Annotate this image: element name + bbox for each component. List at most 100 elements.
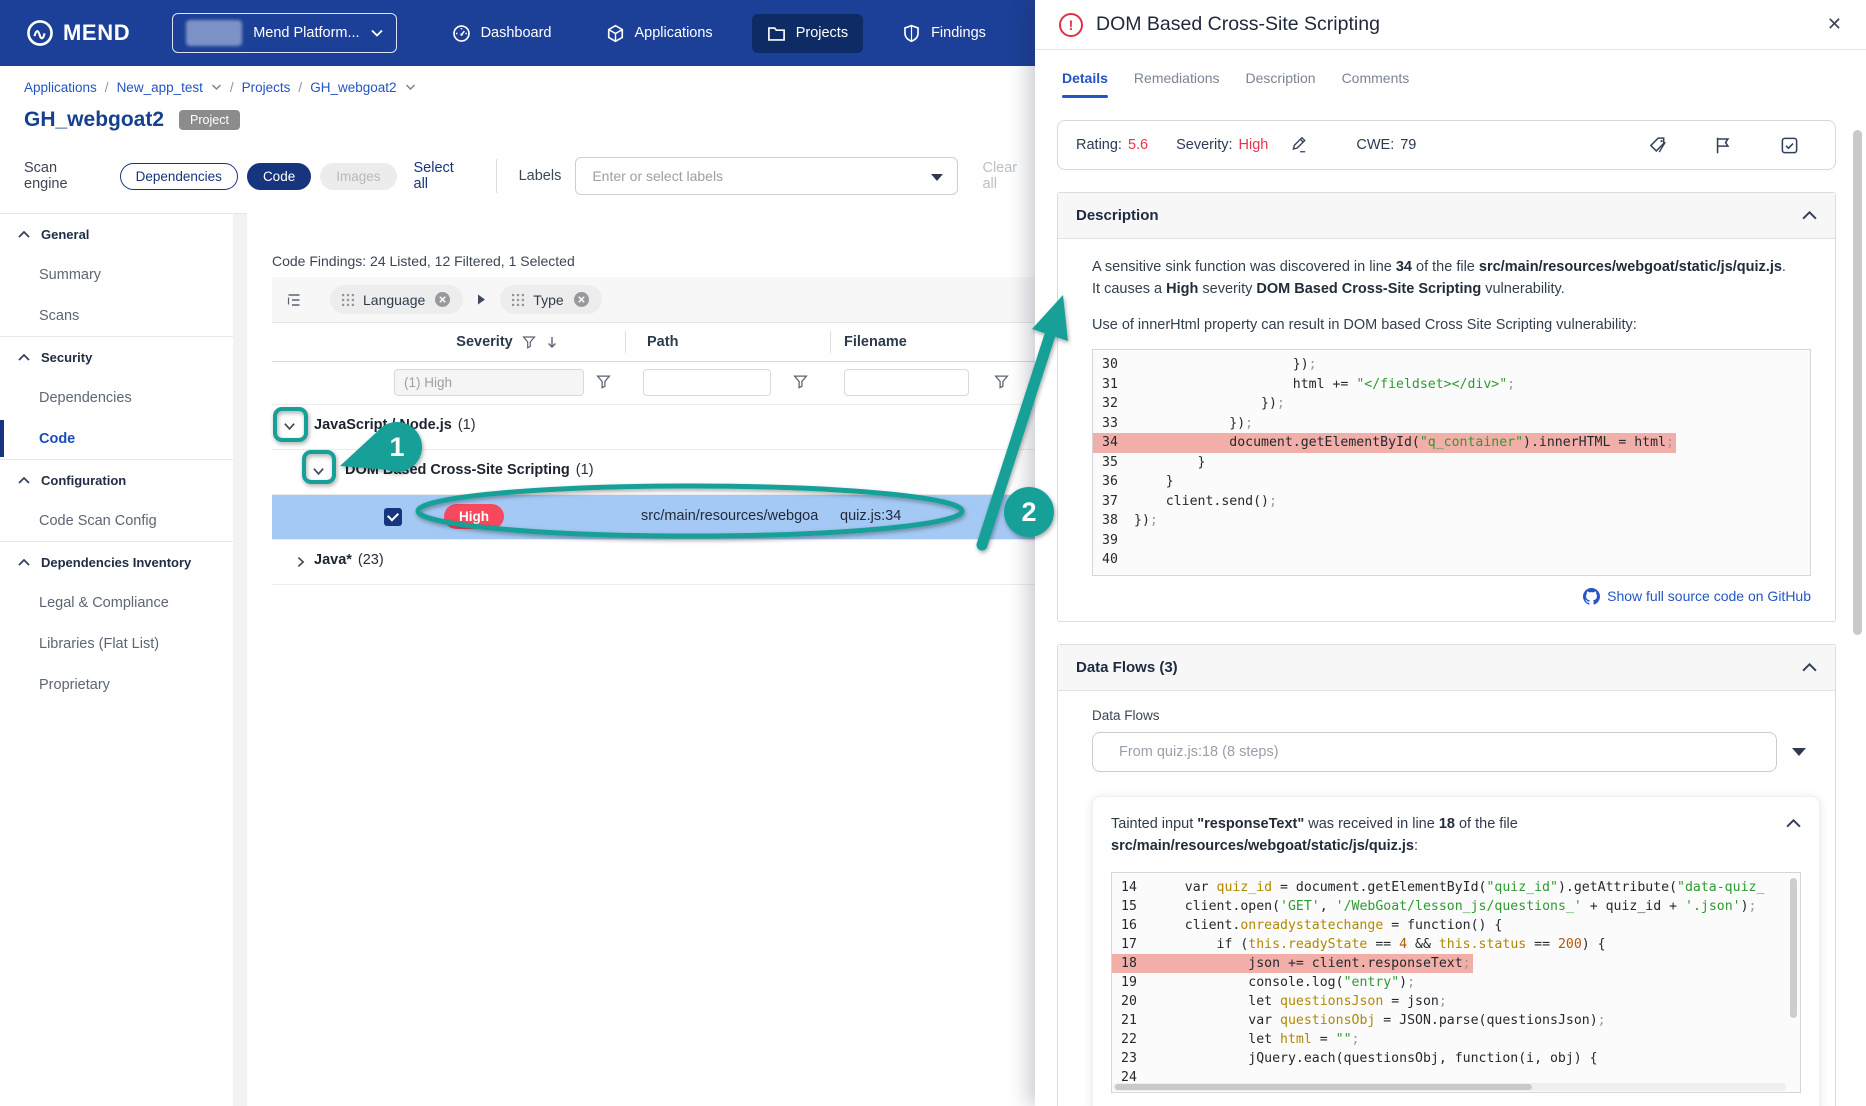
groupby-chip-type[interactable]: Type xyxy=(500,285,602,314)
breadcrumb-projects[interactable]: Projects xyxy=(242,80,291,95)
github-link-label: Show full source code on GitHub xyxy=(1607,588,1811,604)
collapse-chevron-up-icon[interactable] xyxy=(1802,662,1817,672)
collapse-chevron-up-icon[interactable] xyxy=(1786,818,1801,857)
chevron-up-icon xyxy=(18,230,30,238)
breadcrumb-applications[interactable]: Applications xyxy=(24,80,97,95)
finding-filename: quiz.js:34 xyxy=(840,508,902,524)
engine-dependencies-pill[interactable]: Dependencies xyxy=(119,162,238,190)
panel-scrollbar-thumb[interactable] xyxy=(1853,130,1862,635)
code-horizontal-scrollbar-track[interactable] xyxy=(1113,1082,1786,1091)
description-body: A sensitive sink function was discovered… xyxy=(1058,239,1835,621)
mend-logo[interactable]: MEND xyxy=(26,19,130,47)
sidebar-header-general[interactable]: General xyxy=(0,214,233,254)
severity-filter-input[interactable] xyxy=(394,369,584,396)
sidebar-section-security: Security Dependencies Code xyxy=(0,336,233,459)
nav-item-projects[interactable]: Projects xyxy=(751,13,864,53)
remove-chip-icon[interactable] xyxy=(573,291,590,308)
edit-severity-pencil-icon[interactable] xyxy=(1290,136,1308,154)
nav-item-findings[interactable]: Findings xyxy=(887,14,1001,53)
github-icon xyxy=(1583,587,1601,605)
chevron-down-icon[interactable] xyxy=(405,84,416,91)
sidebar-header-dependencies-inventory[interactable]: Dependencies Inventory xyxy=(0,542,233,582)
select-all-link[interactable]: Select all xyxy=(414,160,472,192)
org-name-redacted xyxy=(186,20,243,46)
chevron-up-icon xyxy=(18,558,30,566)
sidebar-item-summary[interactable]: Summary xyxy=(0,254,233,295)
nav-label: Dashboard xyxy=(480,25,552,41)
column-header-filename[interactable]: Filename xyxy=(844,334,907,350)
clear-all-button: Clear all xyxy=(982,160,1018,192)
filter-funnel-icon[interactable] xyxy=(521,335,536,349)
rating-value: 5.6 xyxy=(1127,137,1149,153)
group-row-dom-xss[interactable]: DOM Based Cross-Site Scripting (1) xyxy=(272,450,1035,495)
code-horizontal-scrollbar-thumb[interactable] xyxy=(1115,1083,1533,1090)
panel-header: ! DOM Based Cross-Site Scripting ✕ xyxy=(1035,0,1866,50)
close-icon[interactable]: ✕ xyxy=(1827,14,1842,35)
sidebar-item-dependencies[interactable]: Dependencies xyxy=(0,377,233,418)
group-name: JavaScript / Node.js xyxy=(314,417,452,433)
group-row-javascript-nodejs[interactable]: JavaScript / Node.js (1) xyxy=(272,405,1035,450)
sort-descending-icon[interactable] xyxy=(545,336,559,349)
labels-input[interactable] xyxy=(590,167,915,185)
flag-icon[interactable] xyxy=(1714,136,1733,155)
column-header-severity[interactable]: Severity xyxy=(390,334,625,350)
column-header-path[interactable]: Path xyxy=(647,334,678,350)
data-flows-body: Data Flows From quiz.js:18 (8 steps) Tai… xyxy=(1058,691,1835,1106)
path-filter-input[interactable] xyxy=(643,369,771,396)
projects-folder-icon xyxy=(767,26,785,41)
breadcrumb-new-app-test[interactable]: New_app_test xyxy=(117,80,203,95)
code-vertical-scrollbar[interactable] xyxy=(1790,877,1797,1018)
sidebar-scrollbar-track[interactable] xyxy=(233,214,247,1106)
sidebar-header-security[interactable]: Security xyxy=(0,337,233,377)
panel-tabs: Details Remediations Description Comment… xyxy=(1035,50,1866,106)
expand-chevron-right-icon[interactable] xyxy=(294,555,308,569)
severity-badge: High xyxy=(444,504,504,529)
tab-comments[interactable]: Comments xyxy=(1342,65,1410,91)
tab-details[interactable]: Details xyxy=(1062,65,1108,98)
table-toolbar: Language Type xyxy=(272,277,1035,323)
tag-icon[interactable] xyxy=(1648,136,1667,155)
expand-chevron-down-icon[interactable] xyxy=(282,419,297,434)
expand-chevron-down-icon[interactable] xyxy=(311,464,326,479)
data-flows-select-label: Data Flows xyxy=(1092,707,1160,723)
group-row-java[interactable]: Java* (23) xyxy=(272,540,1035,585)
remove-chip-icon[interactable] xyxy=(434,291,451,308)
collapse-chevron-up-icon[interactable] xyxy=(1802,211,1817,220)
cwe-label: CWE: xyxy=(1356,137,1395,153)
data-flow-select[interactable]: From quiz.js:18 (8 steps) xyxy=(1092,731,1777,772)
breadcrumb-gh-webgoat2[interactable]: GH_webgoat2 xyxy=(310,80,396,95)
row-checkbox-checked[interactable] xyxy=(384,508,402,526)
sidebar-item-code-scan-config[interactable]: Code Scan Config xyxy=(0,500,233,541)
sidebar-item-code[interactable]: Code xyxy=(0,418,233,459)
vertical-divider xyxy=(495,159,497,193)
chip-label: Language xyxy=(363,291,426,308)
cwe: CWE: 79 xyxy=(1356,137,1416,153)
org-selector[interactable]: Mend Platform... xyxy=(172,13,397,53)
select-caret-icon[interactable] xyxy=(1792,747,1806,756)
sidebar-item-proprietary[interactable]: Proprietary xyxy=(0,664,233,705)
labels-caret-icon[interactable] xyxy=(931,174,944,181)
engine-code-pill[interactable]: Code xyxy=(246,162,312,190)
filename-filter-funnel-icon[interactable] xyxy=(994,375,1009,389)
sidebar-item-legal-compliance[interactable]: Legal & Compliance xyxy=(0,582,233,623)
panel-title: DOM Based Cross-Site Scripting xyxy=(1096,13,1380,35)
path-filter-funnel-icon[interactable] xyxy=(793,375,808,389)
sidebar-header-configuration[interactable]: Configuration xyxy=(0,460,233,500)
tab-description[interactable]: Description xyxy=(1246,65,1316,91)
finding-row-selected[interactable]: High src/main/resources/webgoa quiz.js:3… xyxy=(272,495,1035,540)
nav-item-dashboard[interactable]: Dashboard xyxy=(437,14,567,53)
tree-view-icon[interactable] xyxy=(286,292,302,308)
description-paragraph: A sensitive sink function was discovered… xyxy=(1092,259,1786,275)
chevron-down-icon[interactable] xyxy=(211,84,222,91)
tab-remediations[interactable]: Remediations xyxy=(1134,65,1220,91)
github-link[interactable]: Show full source code on GitHub xyxy=(1092,587,1811,605)
description-paragraph: Use of innerHtml property can result in … xyxy=(1092,317,1637,333)
groupby-chip-language[interactable]: Language xyxy=(330,285,464,314)
nav-item-applications[interactable]: Applications xyxy=(591,14,728,53)
severity-filter-funnel-icon[interactable] xyxy=(596,375,611,389)
check-square-icon[interactable] xyxy=(1780,136,1799,155)
sidebar-item-libraries-flat-list[interactable]: Libraries (Flat List) xyxy=(0,623,233,664)
filename-filter-input[interactable] xyxy=(844,369,969,396)
severity: Severity: High xyxy=(1176,137,1268,153)
sidebar-item-scans[interactable]: Scans xyxy=(0,295,233,336)
